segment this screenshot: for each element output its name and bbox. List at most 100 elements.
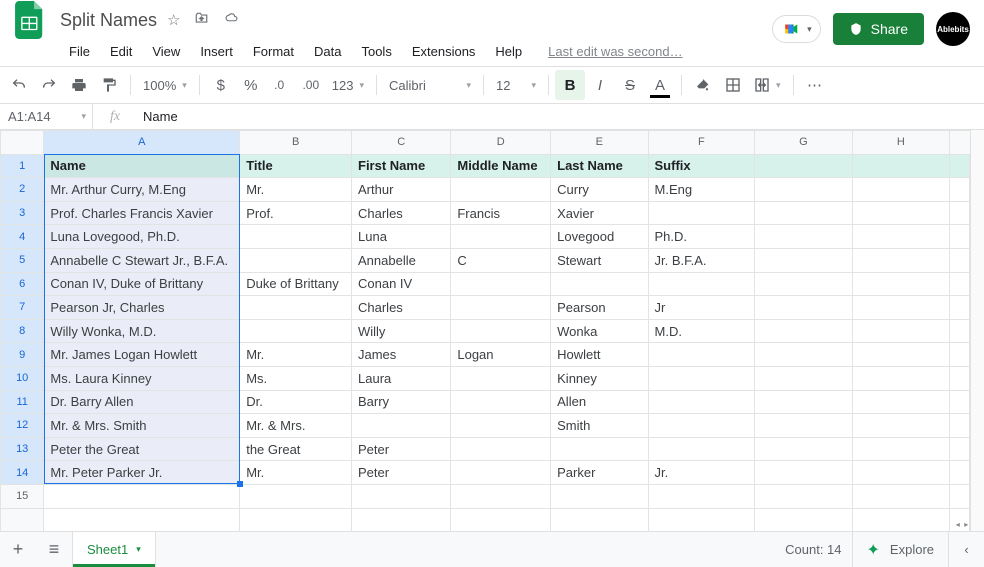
cell-E4[interactable]: Lovegood	[551, 225, 648, 249]
select-all-cell[interactable]	[1, 131, 44, 155]
row-header-10[interactable]: 10	[1, 366, 44, 390]
cell-A5[interactable]: Annabelle C Stewart Jr., B.F.A.	[44, 248, 240, 272]
menu-data[interactable]: Data	[305, 40, 350, 63]
cell-E11[interactable]: Allen	[551, 390, 648, 414]
merge-cells-button[interactable]: ▾	[748, 77, 787, 93]
cell-D9[interactable]: Logan	[451, 343, 551, 367]
account-avatar[interactable]: Ablebits	[936, 12, 970, 46]
cell-B2[interactable]: Mr.	[240, 178, 352, 202]
cell-H1[interactable]	[852, 154, 949, 178]
cell-C1[interactable]: First Name	[352, 154, 451, 178]
cell-A8[interactable]: Willy Wonka, M.D.	[44, 319, 240, 343]
fill-color-button[interactable]	[688, 70, 718, 100]
row-header-1[interactable]: 1	[1, 154, 44, 178]
menu-extensions[interactable]: Extensions	[403, 40, 485, 63]
font-dropdown[interactable]: Calibri▾	[383, 78, 477, 93]
horizontal-scroll-nav[interactable]: ◂ ▸	[940, 518, 984, 530]
column-header-D[interactable]: D	[451, 131, 551, 155]
cell-D12[interactable]	[451, 414, 551, 438]
row-header-4[interactable]: 4	[1, 225, 44, 249]
cell-B6[interactable]: Duke of Brittany	[240, 272, 352, 296]
cell-C11[interactable]: Barry	[352, 390, 451, 414]
cell-E5[interactable]: Stewart	[551, 248, 648, 272]
cell-H2[interactable]	[852, 178, 949, 202]
cell-C10[interactable]: Laura	[352, 366, 451, 390]
cell-H14[interactable]	[852, 461, 949, 485]
cell-C5[interactable]: Annabelle	[352, 248, 451, 272]
row-header-7[interactable]: 7	[1, 296, 44, 320]
cell-H13[interactable]	[852, 437, 949, 461]
cell-F5[interactable]: Jr. B.F.A.	[648, 248, 755, 272]
cell-C4[interactable]: Luna	[352, 225, 451, 249]
row-header-9[interactable]: 9	[1, 343, 44, 367]
last-edit-link[interactable]: Last edit was second…	[539, 40, 691, 63]
column-header-E[interactable]: E	[551, 131, 648, 155]
cell-G5[interactable]	[755, 248, 853, 272]
cell-F2[interactable]: M.Eng	[648, 178, 755, 202]
row-header-2[interactable]: 2	[1, 178, 44, 202]
cell-A11[interactable]: Dr. Barry Allen	[44, 390, 240, 414]
menu-edit[interactable]: Edit	[101, 40, 141, 63]
row-header-6[interactable]: 6	[1, 272, 44, 296]
cell-C9[interactable]: James	[352, 343, 451, 367]
row-header-blank[interactable]	[1, 508, 44, 531]
cell-H8[interactable]	[852, 319, 949, 343]
column-header-B[interactable]: B	[240, 131, 352, 155]
explore-button[interactable]: ✦Explore	[852, 532, 948, 567]
cell-A9[interactable]: Mr. James Logan Howlett	[44, 343, 240, 367]
sheets-logo-icon[interactable]	[10, 0, 50, 40]
row-header-8[interactable]: 8	[1, 319, 44, 343]
cell-B9[interactable]: Mr.	[240, 343, 352, 367]
menu-file[interactable]: File	[60, 40, 99, 63]
cell-D3[interactable]: Francis	[451, 201, 551, 225]
cell-D11[interactable]	[451, 390, 551, 414]
star-icon[interactable]: ☆	[167, 11, 180, 29]
cell-E10[interactable]: Kinney	[551, 366, 648, 390]
cell-E15[interactable]	[551, 484, 648, 508]
all-sheets-button[interactable]: ≡	[36, 539, 72, 560]
cell-C15[interactable]	[352, 484, 451, 508]
cell-G9[interactable]	[755, 343, 853, 367]
cell-A13[interactable]: Peter the Great	[44, 437, 240, 461]
name-box[interactable]: A1:A14▾	[0, 104, 93, 129]
cell-D7[interactable]	[451, 296, 551, 320]
cell-A12[interactable]: Mr. & Mrs. Smith	[44, 414, 240, 438]
cell-F13[interactable]	[648, 437, 755, 461]
row-header-11[interactable]: 11	[1, 390, 44, 414]
cell-C6[interactable]: Conan IV	[352, 272, 451, 296]
cell-H6[interactable]	[852, 272, 949, 296]
row-header-3[interactable]: 3	[1, 201, 44, 225]
move-icon[interactable]	[194, 11, 209, 29]
cell-F4[interactable]: Ph.D.	[648, 225, 755, 249]
cell-D10[interactable]	[451, 366, 551, 390]
cell-D13[interactable]	[451, 437, 551, 461]
cell-D15[interactable]	[451, 484, 551, 508]
number-format-dropdown[interactable]: 123▾	[326, 78, 370, 93]
cell-B1[interactable]: Title	[240, 154, 352, 178]
column-header-H[interactable]: H	[852, 131, 949, 155]
cell-D8[interactable]	[451, 319, 551, 343]
percent-button[interactable]: %	[236, 70, 266, 100]
decrease-decimal-button[interactable]: .0	[266, 70, 296, 100]
vertical-scrollbar[interactable]	[970, 130, 984, 531]
menu-insert[interactable]: Insert	[191, 40, 242, 63]
cell-G11[interactable]	[755, 390, 853, 414]
cell-D4[interactable]	[451, 225, 551, 249]
add-sheet-button[interactable]: +	[0, 539, 36, 560]
row-header-12[interactable]: 12	[1, 414, 44, 438]
cell-F15[interactable]	[648, 484, 755, 508]
cell-C12[interactable]	[352, 414, 451, 438]
cell-F8[interactable]: M.D.	[648, 319, 755, 343]
cell-B13[interactable]: the Great	[240, 437, 352, 461]
cell-F7[interactable]: Jr	[648, 296, 755, 320]
cell-A7[interactable]: Pearson Jr, Charles	[44, 296, 240, 320]
cell-E14[interactable]: Parker	[551, 461, 648, 485]
menu-help[interactable]: Help	[486, 40, 531, 63]
menu-view[interactable]: View	[143, 40, 189, 63]
cell-B4[interactable]	[240, 225, 352, 249]
cell-A3[interactable]: Prof. Charles Francis Xavier	[44, 201, 240, 225]
cell-B5[interactable]	[240, 248, 352, 272]
cell-B15[interactable]	[240, 484, 352, 508]
cell-H5[interactable]	[852, 248, 949, 272]
print-button[interactable]	[64, 70, 94, 100]
